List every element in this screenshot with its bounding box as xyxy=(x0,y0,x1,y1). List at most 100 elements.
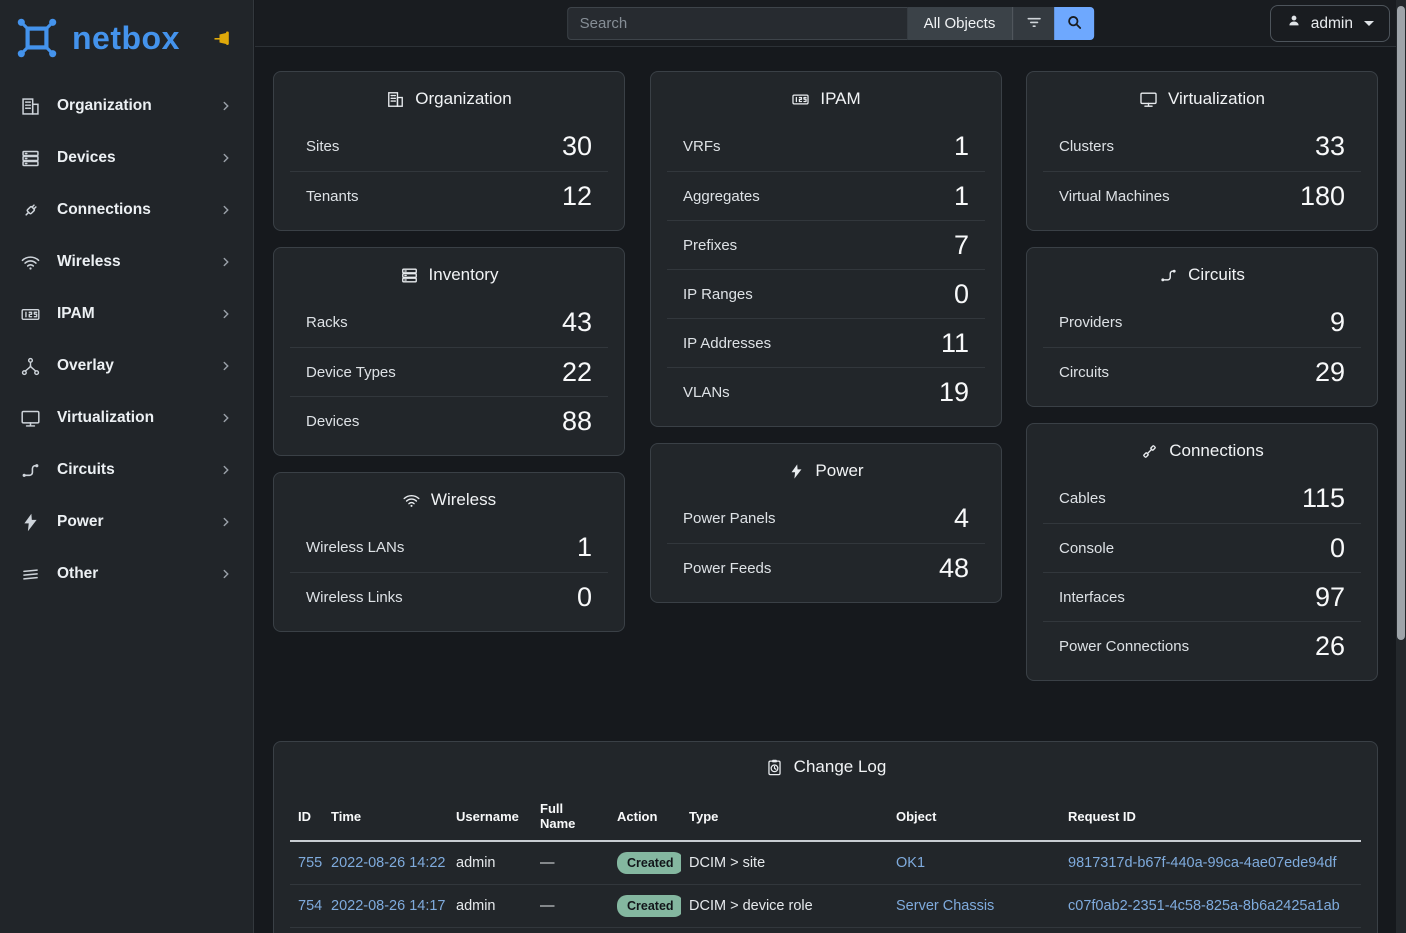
stat-value: 0 xyxy=(1330,533,1345,564)
changelog-object-link[interactable]: OK1 xyxy=(896,855,925,871)
chevron-right-icon xyxy=(219,515,233,529)
stat-row-sites[interactable]: Sites 30 xyxy=(290,122,608,171)
sidebar-item-label: Devices xyxy=(57,149,116,167)
changelog-username: admin xyxy=(448,928,532,933)
table-row: 754 2022-08-26 14:17 admin — Created DCI… xyxy=(290,885,1361,928)
card-organization-title: Organization xyxy=(290,76,608,122)
changelog-request-id-link[interactable]: c07f0ab2-2351-4c58-825a-8b6a2425a1ab xyxy=(1068,898,1340,914)
scrollbar-track xyxy=(1396,0,1406,933)
sidebar-item-organization[interactable]: Organization xyxy=(0,80,253,132)
stat-value: 180 xyxy=(1300,181,1345,212)
stat-row-power-feeds[interactable]: Power Feeds 48 xyxy=(667,543,985,592)
stat-row-cables[interactable]: Cables 115 xyxy=(1043,474,1361,523)
sidebar-item-circuits[interactable]: Circuits xyxy=(0,444,253,496)
stat-row-interfaces[interactable]: Interfaces 97 xyxy=(1043,572,1361,621)
change-log-table: ID Time Username Full Name Action Type O… xyxy=(290,792,1361,933)
stat-value: 22 xyxy=(562,357,592,388)
stat-row-devices[interactable]: Devices 88 xyxy=(290,396,608,445)
col-header-username: Username xyxy=(448,792,532,841)
card-power: Power Power Panels 4 Power Feeds 48 xyxy=(650,443,1002,603)
chevron-right-icon xyxy=(219,411,233,425)
stat-value: 4 xyxy=(954,503,969,534)
search-button[interactable] xyxy=(1054,7,1094,40)
card-circuits: Circuits Providers 9 Circuits 29 xyxy=(1026,247,1378,407)
changelog-username: admin xyxy=(448,841,532,885)
changelog-id-link[interactable]: 754 xyxy=(298,898,322,914)
sidebar-item-ipam[interactable]: IPAM xyxy=(0,288,253,340)
filter-button[interactable] xyxy=(1012,7,1054,40)
sidebar-item-label: Circuits xyxy=(57,461,115,479)
stat-label: Circuits xyxy=(1059,364,1109,381)
stat-label: Power Panels xyxy=(683,510,776,527)
scrollbar-thumb[interactable] xyxy=(1397,6,1405,640)
changelog-full-name: — xyxy=(532,928,609,933)
stat-row-racks[interactable]: Racks 43 xyxy=(290,298,608,347)
sidebar-item-wireless[interactable]: Wireless xyxy=(0,236,253,288)
stat-row-power-connections[interactable]: Power Connections 26 xyxy=(1043,621,1361,670)
card-power-title: Power xyxy=(667,448,985,494)
stat-label: Console xyxy=(1059,540,1114,557)
stat-row-vrfs[interactable]: VRFs 1 xyxy=(667,122,985,171)
col-header-action: Action xyxy=(609,792,681,841)
changelog-object: OnboardAdministrator-2 xyxy=(888,928,1060,933)
wifi-icon xyxy=(402,491,421,510)
change-log-title: Change Log xyxy=(290,742,1361,792)
stat-value: 26 xyxy=(1315,631,1345,662)
sidebar-item-connections[interactable]: Connections xyxy=(0,184,253,236)
sidebar-item-devices[interactable]: Devices xyxy=(0,132,253,184)
stat-row-wireless-links[interactable]: Wireless Links 0 xyxy=(290,572,608,621)
building-icon xyxy=(18,96,42,117)
stat-row-power-panels[interactable]: Power Panels 4 xyxy=(667,494,985,543)
stat-value: 7 xyxy=(954,230,969,261)
changelog-object-link[interactable]: Server Chassis xyxy=(896,898,994,914)
col-header-object: Object xyxy=(888,792,1060,841)
sidebar-item-overlay[interactable]: Overlay xyxy=(0,340,253,392)
changelog-time-link[interactable]: 2022-08-26 14:22 xyxy=(331,855,446,871)
brand-name[interactable]: netbox xyxy=(72,20,180,56)
col-header-id: ID xyxy=(290,792,323,841)
stat-row-providers[interactable]: Providers 9 xyxy=(1043,298,1361,347)
stat-row-aggregates[interactable]: Aggregates 1 xyxy=(667,171,985,220)
stat-row-ip-ranges[interactable]: IP Ranges 0 xyxy=(667,269,985,318)
stat-row-wireless-lans[interactable]: Wireless LANs 1 xyxy=(290,523,608,572)
card-title-text: Power xyxy=(815,461,863,481)
stat-label: Clusters xyxy=(1059,138,1114,155)
stat-value: 11 xyxy=(941,328,969,359)
table-row: 753 2022-08-26 14:15 admin — Created DCI… xyxy=(290,928,1361,933)
changelog-request-id-link[interactable]: 9817317d-b67f-440a-99ca-4ae07ede94df xyxy=(1068,855,1336,871)
stat-row-console[interactable]: Console 0 xyxy=(1043,523,1361,572)
chevron-right-icon xyxy=(219,567,233,581)
changelog-id-link[interactable]: 755 xyxy=(298,855,322,871)
stat-row-tenants[interactable]: Tenants 12 xyxy=(290,171,608,220)
card-wireless-title: Wireless xyxy=(290,477,608,523)
search-scope-button[interactable]: All Objects xyxy=(907,7,1013,40)
sidebar-item-other[interactable]: Other xyxy=(0,548,253,600)
netbox-logo-icon[interactable] xyxy=(14,15,60,61)
pin-icon[interactable] xyxy=(213,29,233,47)
stat-value: 29 xyxy=(1315,357,1345,388)
search-input[interactable] xyxy=(567,7,907,40)
stat-row-vlans[interactable]: VLANs 19 xyxy=(667,367,985,416)
building-icon xyxy=(386,90,405,109)
sidebar-item-power[interactable]: Power xyxy=(0,496,253,548)
status-badge: Created xyxy=(617,852,681,874)
card-title-text: Inventory xyxy=(429,265,499,285)
stat-row-device-types[interactable]: Device Types 22 xyxy=(290,347,608,396)
stat-row-virtual-machines[interactable]: Virtual Machines 180 xyxy=(1043,171,1361,220)
monitor-icon xyxy=(18,408,42,429)
stat-row-circuits[interactable]: Circuits 29 xyxy=(1043,347,1361,396)
sidebar-item-virtualization[interactable]: Virtualization xyxy=(0,392,253,444)
user-menu-button[interactable]: admin xyxy=(1270,5,1390,42)
changelog-full-name: — xyxy=(532,885,609,928)
transit-icon xyxy=(1159,266,1178,285)
col-header-type: Type xyxy=(681,792,888,841)
stat-label: Tenants xyxy=(306,188,359,205)
stat-label: Providers xyxy=(1059,314,1122,331)
stat-row-ip-addresses[interactable]: IP Addresses 11 xyxy=(667,318,985,367)
card-virtualization-title: Virtualization xyxy=(1043,76,1361,122)
stat-row-prefixes[interactable]: Prefixes 7 xyxy=(667,220,985,269)
changelog-time-link[interactable]: 2022-08-26 14:17 xyxy=(331,898,446,914)
caret-down-icon xyxy=(1364,21,1374,26)
stat-row-clusters[interactable]: Clusters 33 xyxy=(1043,122,1361,171)
chevron-right-icon xyxy=(219,359,233,373)
